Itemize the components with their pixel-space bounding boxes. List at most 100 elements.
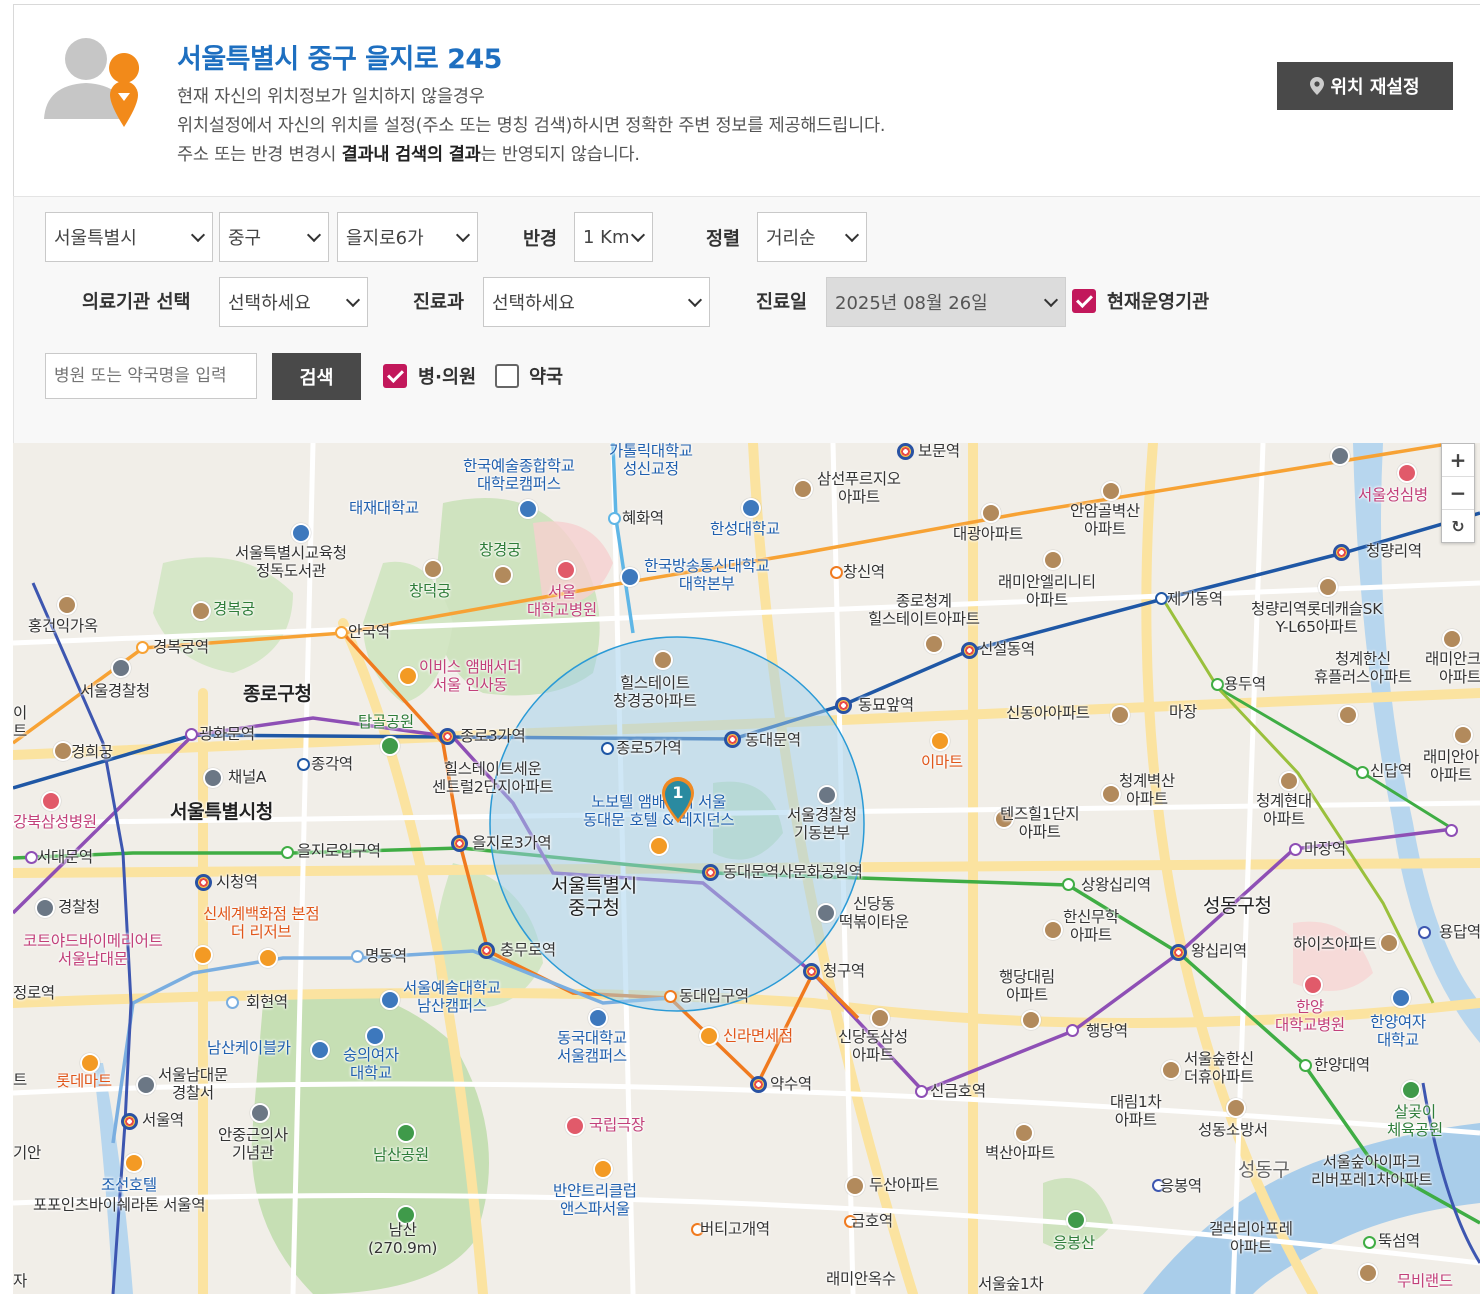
map-label: 가톨릭대학교 성신교정 <box>609 443 693 478</box>
department-select[interactable]: 선택하세요 <box>483 277 710 327</box>
search-button[interactable]: 검색 <box>272 353 361 400</box>
school-icon <box>1391 988 1411 1008</box>
pharmacy-label: 약국 <box>529 367 564 388</box>
operating-label: 현재운영기관 <box>1107 292 1210 313</box>
station-marker <box>830 566 843 579</box>
facility-label: 의료기관 선택 <box>82 292 191 313</box>
city-select[interactable]: 서울특별시 <box>45 212 213 262</box>
landmark-icon <box>816 903 836 923</box>
sort-select[interactable]: 거리순 <box>757 212 867 262</box>
map-label: 롯데마트 <box>56 1072 112 1090</box>
station-marker <box>351 950 364 963</box>
map-view[interactable]: 가톨릭대학교 성신교정 보문역 삼선푸르지오 아파트 안암골벽산 아파트 대광아파트 … <box>13 443 1480 1294</box>
map-label: 청계벽산 아파트 <box>1119 772 1175 808</box>
hospital-search-input[interactable] <box>45 353 257 399</box>
refresh-map-button[interactable]: ↻ <box>1442 510 1474 543</box>
apartment-icon <box>1358 1263 1378 1283</box>
map-label: 한국방송통신대학교 대학본부 <box>644 557 770 593</box>
palace-icon <box>53 741 73 761</box>
apartment-icon <box>924 634 944 654</box>
map-label: 서울특별시청 <box>170 801 274 823</box>
station-marker <box>226 996 239 1009</box>
library-icon <box>291 523 311 543</box>
hospital-checkbox[interactable] <box>383 364 407 388</box>
operating-checkbox[interactable] <box>1072 289 1096 313</box>
map-label: 래미안크레아파트 <box>1425 650 1480 686</box>
hospital-icon <box>1303 975 1323 995</box>
map-label: 서대문역 <box>37 848 93 866</box>
map-label: 조선호텔 <box>101 1176 157 1194</box>
police-icon <box>817 785 837 805</box>
district-select[interactable]: 중구 <box>219 212 329 262</box>
pharmacy-checkbox[interactable] <box>495 364 519 388</box>
location-info-panel: 서울특별시 중구 을지로 245 현재 자신의 위치정보가 일치하지 않을경우 … <box>13 4 1480 196</box>
map-label: 뚝섬역 <box>1378 1232 1420 1250</box>
map-label: 하이츠아파트 <box>1293 935 1377 953</box>
map-label: 서울숲아이파크 리버포레1차아파트 <box>1311 1153 1433 1189</box>
station-marker <box>1445 824 1458 837</box>
map-label: 트 <box>13 1071 27 1089</box>
map-label: 포포인츠바이쉐라톤 서울역 <box>33 1196 206 1214</box>
map-label: 벽산아파트 <box>985 1144 1055 1162</box>
location-pin-icon <box>1310 77 1325 95</box>
apartment-icon <box>793 479 813 499</box>
apartment-icon <box>1318 577 1338 597</box>
zoom-in-button[interactable]: + <box>1442 444 1474 477</box>
apartment-icon <box>870 1008 890 1028</box>
apartment-icon <box>1021 1010 1041 1030</box>
apartment-icon <box>1161 1060 1181 1080</box>
dong-select[interactable]: 을지로6가 <box>337 212 478 262</box>
map-label: 창덕궁 <box>409 582 451 600</box>
map-label: 코트야드바이메리어트 서울남대문 <box>23 932 163 968</box>
map-label: 서울예술대학교 남산캠퍼스 <box>403 979 501 1015</box>
station-marker <box>835 697 852 714</box>
map-label: 경찰청 <box>58 898 100 916</box>
radius-select[interactable]: 1 Km <box>574 212 653 262</box>
map-label: 한양여자 대학교 <box>1370 1013 1426 1049</box>
zoom-out-button[interactable]: − <box>1442 477 1474 510</box>
map-label: 경복궁역 <box>153 638 209 656</box>
map-label: 청량리역롯데캐슬SK Y-L65아파트 <box>1251 600 1383 636</box>
map-label: 신답역 <box>1370 762 1412 780</box>
facility-select-value: 선택하세요 <box>228 293 311 314</box>
cable-car-icon <box>310 1040 330 1060</box>
map-label: 종로3가역 <box>460 727 526 745</box>
park-icon <box>396 1123 416 1143</box>
map-label: 서울 대학교병원 <box>527 583 597 619</box>
reset-location-label: 위치 재설정 <box>1330 77 1420 98</box>
station-marker <box>724 731 741 748</box>
chevron-down-icon <box>190 227 206 243</box>
school-icon <box>741 498 761 518</box>
chevron-down-icon <box>630 227 646 243</box>
map-label: 한신무학 아파트 <box>1063 908 1119 944</box>
map-label: 회현역 <box>246 993 288 1011</box>
map-label: 래미안엘리니티 아파트 <box>998 573 1096 609</box>
station-marker <box>1356 766 1369 779</box>
map-label: 홍건익가옥 <box>28 617 98 635</box>
memorial-icon <box>250 1103 270 1123</box>
map-label: 광화문역 <box>199 725 255 743</box>
apartment-icon <box>1101 481 1121 501</box>
chevron-down-icon <box>1043 292 1059 308</box>
map-label: 자 <box>13 1272 27 1290</box>
reset-location-button[interactable]: 위치 재설정 <box>1277 62 1453 110</box>
station-marker <box>1363 1236 1376 1249</box>
map-label: 대광아파트 <box>953 525 1023 543</box>
map-label: 버티고개역 <box>700 1220 770 1238</box>
map-label: 을지로3가역 <box>472 834 552 852</box>
map-label: 신세계백화점 본점 더 리저브 <box>203 905 320 941</box>
station-marker <box>185 728 198 741</box>
hotel-icon <box>649 836 669 856</box>
map-label: 한양 대학교병원 <box>1275 998 1345 1034</box>
facility-select[interactable]: 선택하세요 <box>219 277 368 327</box>
hotel-icon <box>398 666 418 686</box>
map-label: 채널A <box>228 768 267 786</box>
map-label: 혜화역 <box>622 509 664 527</box>
hospital-icon <box>1397 463 1417 483</box>
station-marker <box>281 846 294 859</box>
map-label: 텐즈힐1단지 아파트 <box>1000 805 1080 841</box>
map-label: 청계현대 아파트 <box>1256 792 1312 828</box>
map-label: 신설동역 <box>979 640 1035 658</box>
map-label: 종로5가역 <box>616 739 682 757</box>
result-marker[interactable]: 1 <box>661 776 695 824</box>
